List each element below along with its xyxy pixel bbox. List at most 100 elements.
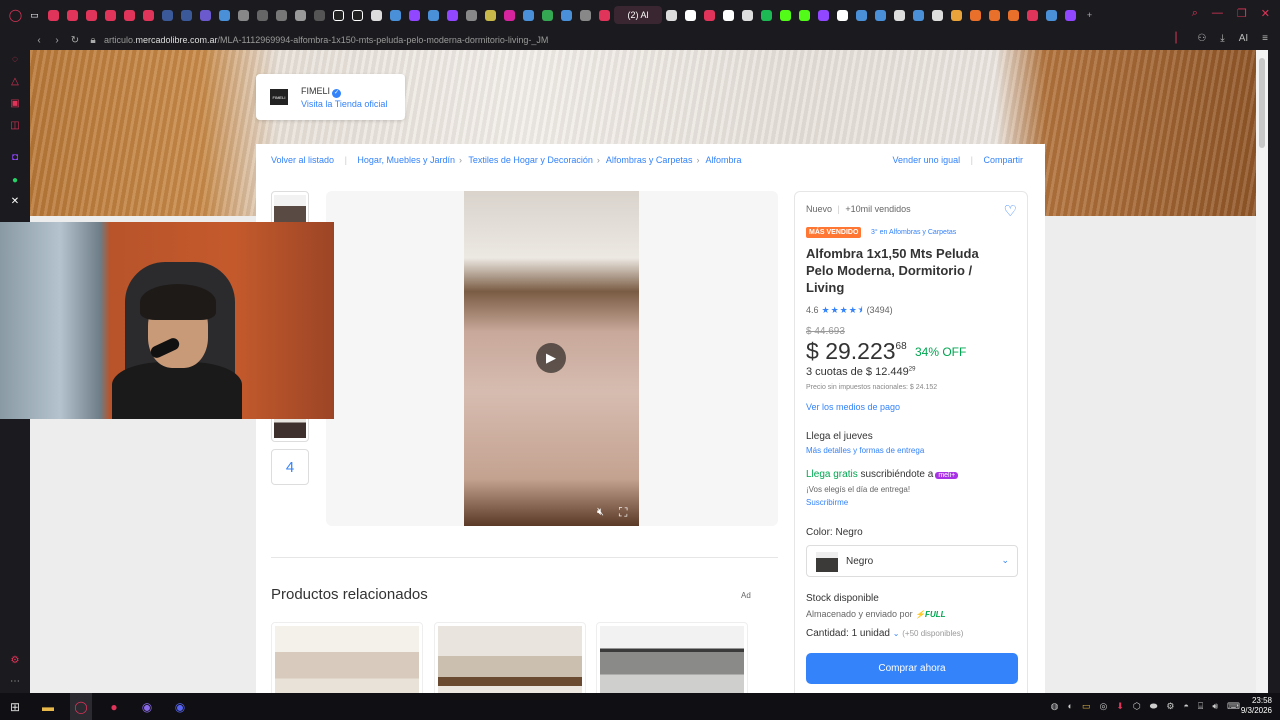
tab-generic[interactable] (681, 6, 700, 24)
quantity-select[interactable]: 1 unidad (852, 628, 890, 639)
tab-generic[interactable] (196, 6, 215, 24)
back-icon[interactable]: ‹ (30, 35, 48, 46)
tray-icon[interactable]: ◍ (1051, 701, 1059, 712)
whatsapp-icon[interactable]: ● (9, 175, 21, 187)
download-icon[interactable]: ⤓ (1220, 33, 1224, 44)
tab-generic[interactable] (595, 6, 614, 24)
tab-youtube[interactable] (120, 6, 139, 24)
store-link[interactable]: Visita la Tienda oficial (301, 99, 387, 109)
app-icon[interactable]: ● (103, 693, 125, 720)
tab-generic[interactable] (310, 6, 329, 24)
page-scrollbar[interactable] (1256, 50, 1268, 693)
menu-icon[interactable]: ≡ (1262, 33, 1268, 44)
tray-icon[interactable]: ⬡ (1133, 701, 1141, 712)
related-product-card[interactable] (596, 622, 748, 693)
tab-generic[interactable] (576, 6, 595, 24)
tab-generic[interactable] (966, 6, 985, 24)
tab-generic[interactable] (215, 6, 234, 24)
breadcrumb-item[interactable]: Textiles de Hogar y Decoración (468, 155, 593, 165)
tab-youtube[interactable] (101, 6, 120, 24)
favorite-heart-icon[interactable]: ♡ (1004, 202, 1017, 220)
twitch-icon[interactable]: ◘ (9, 152, 21, 164)
tray-icon[interactable]: ◓ (1183, 701, 1188, 712)
more-icon[interactable]: ⋯ (9, 676, 21, 688)
color-select[interactable]: Negro ⌄ (806, 545, 1018, 577)
product-video[interactable]: ▶ 🔇︎ ⛶ (464, 191, 639, 526)
reload-icon[interactable]: ↻ (66, 35, 84, 46)
tray-icon[interactable]: ⬬ (1150, 701, 1158, 712)
tab-generic[interactable] (871, 6, 890, 24)
tab-generic[interactable] (253, 6, 272, 24)
rating[interactable]: 4.6 ★★★★⯨ (3494) (806, 303, 893, 319)
tab-tiktok[interactable] (348, 6, 367, 24)
tab-generic[interactable] (738, 6, 757, 24)
new-tab-button[interactable]: + (1080, 6, 1099, 24)
network-icon[interactable]: ⌸ (1198, 701, 1203, 712)
minimize-icon[interactable]: — (1212, 7, 1223, 20)
tab-generic[interactable] (1061, 6, 1080, 24)
buy-now-button[interactable]: Comprar ahora (806, 653, 1018, 684)
tab-generic[interactable] (291, 6, 310, 24)
tab-manager-icon[interactable]: ▭ (25, 6, 44, 24)
flow-icon[interactable]: △ (9, 76, 21, 88)
scrollbar-thumb[interactable] (1259, 58, 1265, 148)
breadcrumb-item[interactable]: Alfombra (705, 155, 741, 165)
tab-generic[interactable] (1004, 6, 1023, 24)
volume-icon[interactable]: 🔊︎ (1212, 701, 1218, 712)
discord-icon[interactable]: ◉ (169, 693, 191, 720)
tab-generic[interactable] (1042, 6, 1061, 24)
tab-spotify[interactable] (757, 6, 776, 24)
tab-generic[interactable] (909, 6, 928, 24)
tab-facebook[interactable] (158, 6, 177, 24)
tab-kick[interactable] (795, 6, 814, 24)
ai-button[interactable]: AI (1239, 33, 1248, 44)
breadcrumb-item[interactable]: Hogar, Muebles y Jardín (357, 155, 455, 165)
tab-twitch[interactable] (405, 6, 424, 24)
tab-generic[interactable] (700, 6, 719, 24)
more-images-thumbnail[interactable]: 4 (271, 449, 309, 485)
mute-icon[interactable]: 🔇︎ (597, 506, 604, 519)
keyboard-icon[interactable]: ⌨ (1227, 701, 1240, 712)
tray-icon[interactable]: ▭ (1082, 701, 1091, 712)
maximize-icon[interactable]: ❐ (1237, 7, 1247, 20)
back-to-list-link[interactable]: Volver al listado (271, 155, 334, 165)
player-icon[interactable]: ◫ (9, 120, 21, 132)
file-explorer-icon[interactable]: ▬ (37, 693, 59, 720)
tab-twitch[interactable] (814, 6, 833, 24)
start-icon[interactable]: ⊞ (4, 693, 26, 720)
tab-youtube[interactable] (63, 6, 82, 24)
opera-menu-icon[interactable]: ◯ (6, 6, 25, 24)
aria-icon[interactable]: ◌ (9, 54, 21, 66)
taskbar-clock[interactable]: 23:58 9/3/2026 (1241, 696, 1272, 716)
breadcrumb-item[interactable]: Alfombras y Carpetas (606, 155, 693, 165)
tab-facebook[interactable] (177, 6, 196, 24)
tab-youtube[interactable] (82, 6, 101, 24)
fullscreen-icon[interactable]: ⛶ (619, 505, 627, 520)
subscribe-link[interactable]: Suscribirme (806, 498, 848, 507)
tab-generic[interactable] (443, 6, 462, 24)
tab-active[interactable]: (2) Al (614, 6, 662, 24)
tab-generic[interactable] (367, 6, 386, 24)
tab-instagram[interactable] (500, 6, 519, 24)
tab-generic[interactable] (985, 6, 1004, 24)
profile-icon[interactable]: ⚇ (1197, 33, 1206, 44)
close-icon[interactable]: ✕ (1261, 7, 1270, 20)
tab-tiktok[interactable] (329, 6, 348, 24)
tab-generic[interactable] (462, 6, 481, 24)
official-store-card[interactable]: FIMELI FIMELI ✓ Visita la Tienda oficial (256, 74, 405, 120)
tab-youtube[interactable] (44, 6, 63, 24)
tab-generic[interactable] (947, 6, 966, 24)
x-icon[interactable]: ✕ (9, 196, 21, 208)
ranking-link[interactable]: 3° en Alfombras y Carpetas (871, 229, 956, 236)
tab-drive[interactable] (538, 6, 557, 24)
play-icon[interactable]: ▶ (536, 343, 566, 373)
tab-generic[interactable] (386, 6, 405, 24)
url-field[interactable]: articulo.mercadolibre.com.ar/MLA-1112969… (104, 35, 548, 45)
tab-generic[interactable] (272, 6, 291, 24)
tab-generic[interactable] (519, 6, 538, 24)
share-link[interactable]: Compartir (983, 155, 1023, 165)
app-icon[interactable]: ◉ (136, 693, 158, 720)
forward-icon[interactable]: › (48, 35, 66, 46)
tray-icon[interactable]: ⬇ (1116, 701, 1124, 712)
delivery-details-link[interactable]: Más detalles y formas de entrega (806, 446, 924, 455)
